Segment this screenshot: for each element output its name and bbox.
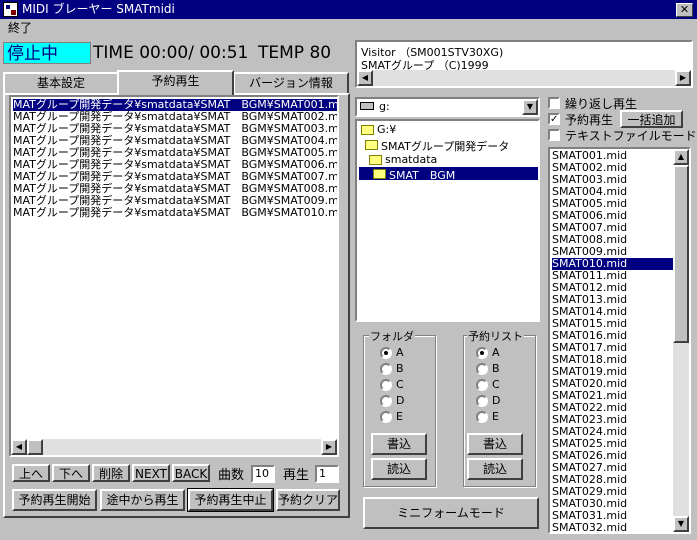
scroll-right-icon[interactable]: ▶ — [321, 439, 337, 455]
folder-open-icon — [365, 140, 378, 150]
reserve-radio-e[interactable] — [476, 411, 488, 423]
start-reserve-button[interactable]: 予約再生開始 — [12, 489, 97, 511]
scroll-thumb[interactable] — [673, 165, 689, 343]
play-index-label: 再生 — [283, 468, 310, 483]
song-info-box: Visitor （SM001STV30XG) SMATグループ （C)1999 … — [355, 40, 693, 88]
tempo-display: TEMP 80 — [258, 43, 332, 63]
reserve-hscrollbar[interactable]: ◀ ▶ — [11, 439, 337, 455]
directory-tree[interactable]: G:¥ SMATグループ開発データ smatdata SMAT BGM — [355, 119, 540, 322]
reserve-play-checkbox[interactable]: ✓ — [548, 113, 560, 125]
reserve-radio-label: B — [492, 362, 500, 375]
file-list[interactable]: SMAT001.mid SMAT002.mid SMAT003.mid SMAT004… — [548, 147, 691, 534]
menu-exit[interactable]: 終了 — [8, 21, 32, 36]
folder-open-icon — [373, 169, 386, 179]
scroll-left-icon[interactable]: ◀ — [357, 70, 373, 86]
folder-radio-label: E — [396, 410, 403, 423]
window-title: MIDI ブレーヤー SMATmidi — [22, 2, 175, 16]
reserve-radio-c[interactable] — [476, 379, 488, 391]
scroll-up-icon[interactable]: ▲ — [673, 149, 689, 165]
text-file-mode-label: テキストファイルモード — [565, 129, 697, 143]
delete-button[interactable]: 削除 — [92, 464, 130, 482]
reserve-radio-label: E — [492, 410, 499, 423]
scroll-down-icon[interactable]: ▼ — [673, 516, 689, 532]
bulk-add-button[interactable]: 一括追加 — [620, 110, 683, 128]
reserve-play-label: 予約再生 — [565, 113, 614, 127]
reserve-radio-label: D — [492, 394, 501, 407]
file-item[interactable]: SMAT032.mid — [552, 522, 677, 533]
move-down-button[interactable]: 下へ — [52, 464, 90, 482]
folder-radio-label: B — [396, 362, 404, 375]
folder-radio-label: C — [396, 378, 404, 391]
text-file-mode-checkbox[interactable] — [548, 129, 560, 141]
folder-radio-label: A — [396, 346, 404, 359]
app-icon — [3, 2, 18, 17]
folder-group-title: フォルダ — [369, 328, 415, 344]
folder-radio-c[interactable] — [380, 379, 392, 391]
scroll-left-icon[interactable]: ◀ — [11, 439, 27, 455]
tree-item-selected[interactable]: SMAT BGM — [389, 167, 455, 183]
reserve-list[interactable]: MATグループ開発データ¥smatdata¥SMAT BGM¥SMAT001.m… — [9, 95, 339, 457]
list-item[interactable]: MATグループ開発データ¥smatdata¥SMAT BGM¥SMAT010.m… — [13, 207, 337, 219]
song-count-field[interactable]: 10 — [251, 465, 275, 483]
file-vscrollbar[interactable]: ▲ ▼ — [673, 149, 689, 532]
drive-select[interactable]: g: ▼ — [355, 97, 540, 117]
tree-item[interactable]: G:¥ — [377, 123, 396, 136]
folder-read-button[interactable]: 読込 — [371, 458, 427, 480]
tree-item[interactable]: smatdata — [385, 153, 437, 166]
folder-write-button[interactable]: 書込 — [371, 433, 427, 455]
drive-value: g: — [379, 100, 390, 113]
move-up-button[interactable]: 上へ — [12, 464, 50, 482]
play-index-field[interactable]: 1 — [315, 465, 339, 483]
reserve-radio-d[interactable] — [476, 395, 488, 407]
tab-basic-settings[interactable]: 基本設定 — [3, 72, 119, 94]
reserve-write-button[interactable]: 書込 — [467, 433, 523, 455]
chevron-down-icon[interactable]: ▼ — [522, 99, 538, 115]
folder-radio-d[interactable] — [380, 395, 392, 407]
mini-form-mode-button[interactable]: ミニフォームモード — [363, 497, 539, 529]
repeat-checkbox[interactable] — [548, 97, 560, 109]
folder-radio-a[interactable] — [380, 347, 392, 359]
folder-open-icon — [369, 155, 382, 165]
reserve-radio-b[interactable] — [476, 363, 488, 375]
next-button[interactable]: NEXT — [132, 464, 170, 482]
folder-radio-e[interactable] — [380, 411, 392, 423]
song-count-label: 曲数 — [218, 468, 245, 483]
reserve-radio-label: A — [492, 346, 500, 359]
tab-reserve-play[interactable]: 予約再生 — [117, 70, 234, 95]
stop-reserve-button[interactable]: 予約再生中止 — [187, 488, 274, 512]
tree-item[interactable]: SMATグループ開発データ — [381, 138, 509, 154]
reserve-radio-a[interactable] — [476, 347, 488, 359]
resume-button[interactable]: 途中から再生 — [100, 489, 185, 511]
tab-version-info[interactable]: バージョン情報 — [233, 72, 349, 94]
time-display: TIME 00:00/ 00:51 — [93, 43, 249, 63]
info-hscrollbar[interactable]: ◀ ▶ — [357, 70, 691, 86]
reserve-read-button[interactable]: 読込 — [467, 458, 523, 480]
drive-icon — [360, 102, 374, 110]
scroll-thumb[interactable] — [27, 439, 43, 455]
reserve-radio-label: C — [492, 378, 500, 391]
close-button[interactable]: ✕ — [676, 3, 693, 17]
clear-reserve-button[interactable]: 予約クリア — [276, 489, 340, 511]
folder-radio-b[interactable] — [380, 363, 392, 375]
folder-open-icon — [361, 125, 374, 135]
folder-radio-label: D — [396, 394, 405, 407]
reserve-list-group-title: 予約リスト — [467, 328, 524, 344]
scroll-right-icon[interactable]: ▶ — [675, 70, 691, 86]
back-button[interactable]: BACK — [172, 464, 210, 482]
play-state-display: 停止中 — [3, 42, 91, 64]
menu-bar — [0, 19, 697, 38]
